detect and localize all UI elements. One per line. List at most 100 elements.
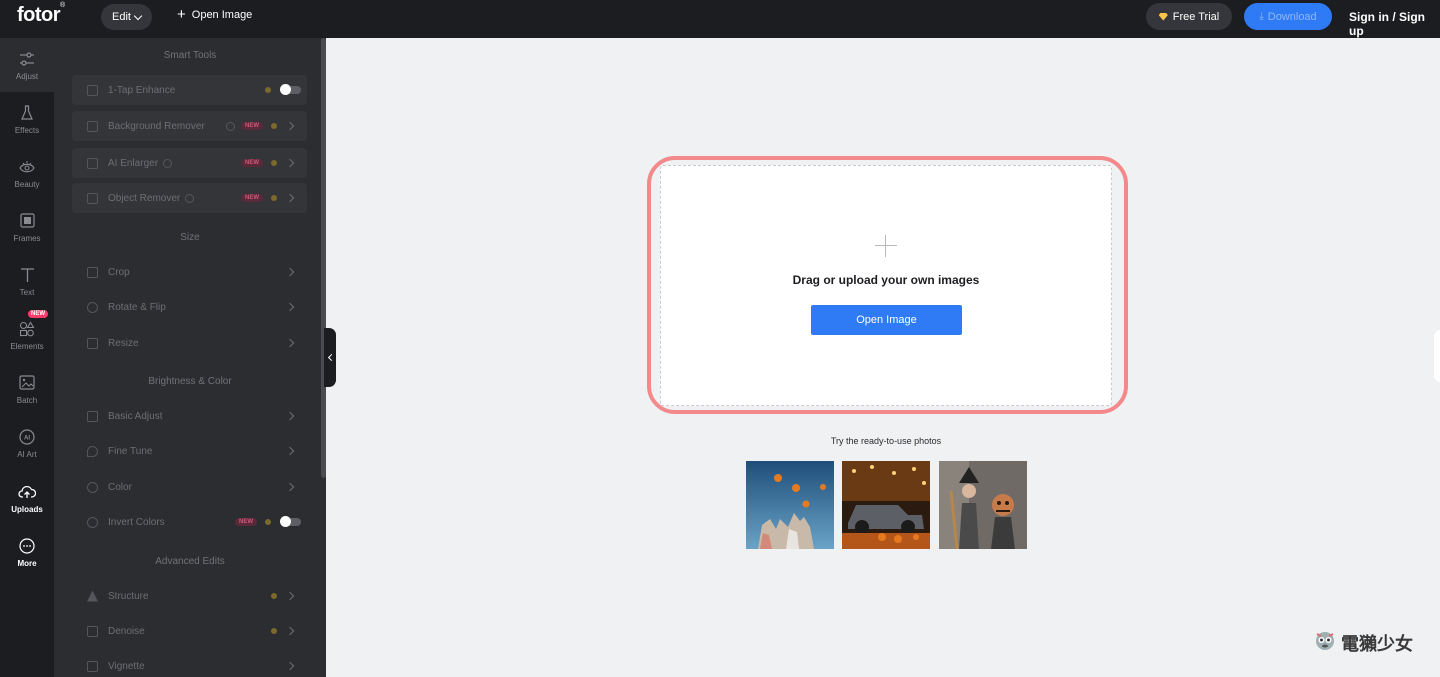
open-image-button[interactable]: Open Image: [811, 305, 962, 335]
pro-dot-icon: [271, 195, 277, 201]
collapse-panel-button[interactable]: [324, 328, 336, 387]
tool-object-remover[interactable]: Object Remover NEW: [72, 183, 307, 213]
tool-vignette[interactable]: Vignette: [72, 651, 307, 677]
tool-basic-adjust[interactable]: Basic Adjust: [72, 401, 307, 431]
pro-dot-icon: [271, 628, 277, 634]
edit-menu-button[interactable]: Edit: [101, 4, 152, 30]
chevron-right-icon: [285, 338, 295, 348]
vignette-icon: [87, 660, 98, 672]
tool-label: AI Enlarger: [108, 157, 159, 169]
open-image-top-button[interactable]: + Open Image: [177, 7, 253, 22]
rail-label: More: [17, 558, 37, 568]
sample-photo-2[interactable]: [842, 461, 930, 549]
chevron-right-icon: [285, 661, 295, 671]
help-icon[interactable]: [185, 193, 195, 203]
rail-label: Batch: [16, 395, 38, 405]
rail-label: Adjust: [15, 71, 39, 81]
new-badge: NEW: [28, 310, 48, 318]
ai-icon: AI: [18, 428, 36, 446]
sign-in-link[interactable]: Sign in / Sign up: [1349, 10, 1440, 38]
rail-item-beauty[interactable]: Beauty: [0, 146, 54, 200]
download-button[interactable]: ⤓ Download: [1244, 3, 1332, 30]
tool-crop[interactable]: Crop: [72, 257, 307, 287]
rail-item-batch[interactable]: Batch: [0, 362, 54, 416]
tool-resize[interactable]: Resize: [72, 328, 307, 358]
tool-invert-colors[interactable]: Invert Colors NEW: [72, 507, 307, 537]
tool-label: Resize: [108, 337, 139, 349]
invert-colors-toggle[interactable]: [280, 516, 301, 527]
triangle-icon: [87, 590, 98, 602]
rail-item-more[interactable]: More: [0, 525, 54, 579]
tool-denoise[interactable]: Denoise: [72, 616, 307, 646]
tool-structure[interactable]: Structure: [72, 581, 307, 611]
watermark-text: 電獺少女: [1341, 633, 1413, 655]
rail-item-adjust[interactable]: Adjust: [0, 38, 54, 92]
chevron-right-icon: [285, 411, 295, 421]
chevron-right-icon: [285, 193, 295, 203]
magic-wand-icon: [87, 84, 98, 96]
sample-photo-1[interactable]: [746, 461, 834, 549]
tool-ai-enlarger[interactable]: AI Enlarger NEW: [72, 148, 307, 178]
free-trial-button[interactable]: Free Trial: [1146, 3, 1232, 30]
section-title-brightness-color: Brightness & Color: [148, 376, 232, 387]
tool-panel: Smart Tools 1-Tap Enhance Background Rem…: [54, 38, 326, 677]
open-image-top-label: Open Image: [191, 9, 253, 21]
eye-icon: [18, 158, 36, 176]
rail-item-text[interactable]: Text: [0, 254, 54, 308]
eraser-icon: [87, 120, 98, 132]
sliders-icon: [87, 410, 98, 422]
crop-icon: [87, 266, 98, 278]
pro-dot-icon: [271, 593, 277, 599]
shapes-icon: [18, 320, 36, 338]
tool-label: Vignette: [108, 660, 145, 672]
free-trial-label: Free Trial: [1172, 10, 1220, 23]
chevron-right-icon: [285, 482, 295, 492]
tool-label: Basic Adjust: [108, 410, 163, 422]
enlarge-icon: [87, 157, 98, 169]
resize-icon: [87, 337, 98, 349]
tool-color[interactable]: Color: [72, 472, 307, 502]
tool-label: Fine Tune: [108, 445, 153, 457]
chevron-right-icon: [285, 121, 295, 131]
rail-label: Effects: [14, 125, 40, 135]
drop-icon: [87, 445, 98, 457]
rail-label: Frames: [13, 233, 41, 243]
tool-fine-tune[interactable]: Fine Tune: [72, 436, 307, 466]
chevron-down-icon: [133, 11, 143, 20]
new-tag: NEW: [241, 159, 263, 167]
frame-icon: [18, 212, 36, 230]
pro-dot-icon: [271, 160, 277, 166]
left-icon-rail: Adjust Effects Beauty Frames Text NEW El…: [0, 38, 54, 677]
upload-instruction: Drag or upload your own images: [792, 273, 980, 287]
tool-background-remover[interactable]: Background Remover NEW: [72, 111, 307, 141]
svg-text:AI: AI: [24, 435, 30, 441]
rail-item-frames[interactable]: Frames: [0, 200, 54, 254]
help-icon[interactable]: [226, 121, 235, 131]
rail-item-uploads[interactable]: Uploads: [0, 471, 54, 525]
one-tap-toggle[interactable]: [280, 84, 301, 95]
tool-one-tap-enhance[interactable]: 1-Tap Enhance: [72, 75, 307, 105]
right-edge-tab[interactable]: [1434, 330, 1440, 382]
tool-label: 1-Tap Enhance: [108, 84, 176, 96]
section-title-smart-tools: Smart Tools: [163, 50, 217, 61]
tool-label: Background Remover: [108, 120, 205, 132]
sample-photo-3[interactable]: [939, 461, 1027, 549]
rail-item-elements[interactable]: NEW Elements: [0, 308, 54, 362]
rail-label: AI Art: [17, 449, 37, 459]
fotor-logo[interactable]: fotor®: [17, 2, 65, 27]
rail-item-ai-art[interactable]: AI AI Art: [0, 416, 54, 470]
rail-item-effects[interactable]: Effects: [0, 92, 54, 146]
tool-label: Color: [108, 481, 132, 493]
tool-rotate-flip[interactable]: Rotate & Flip: [72, 292, 307, 322]
sliders-icon: [18, 50, 36, 68]
help-icon[interactable]: [163, 158, 173, 168]
new-tag: NEW: [235, 518, 257, 526]
eraser-icon: [87, 192, 98, 204]
new-tag: NEW: [241, 194, 263, 202]
chevron-right-icon: [285, 446, 295, 456]
pro-dot-icon: [271, 123, 277, 129]
section-title-advanced-edits: Advanced Edits: [155, 556, 225, 567]
tool-label: Structure: [108, 590, 149, 602]
panel-scrollbar[interactable]: [321, 38, 326, 478]
flask-icon: [18, 104, 36, 122]
